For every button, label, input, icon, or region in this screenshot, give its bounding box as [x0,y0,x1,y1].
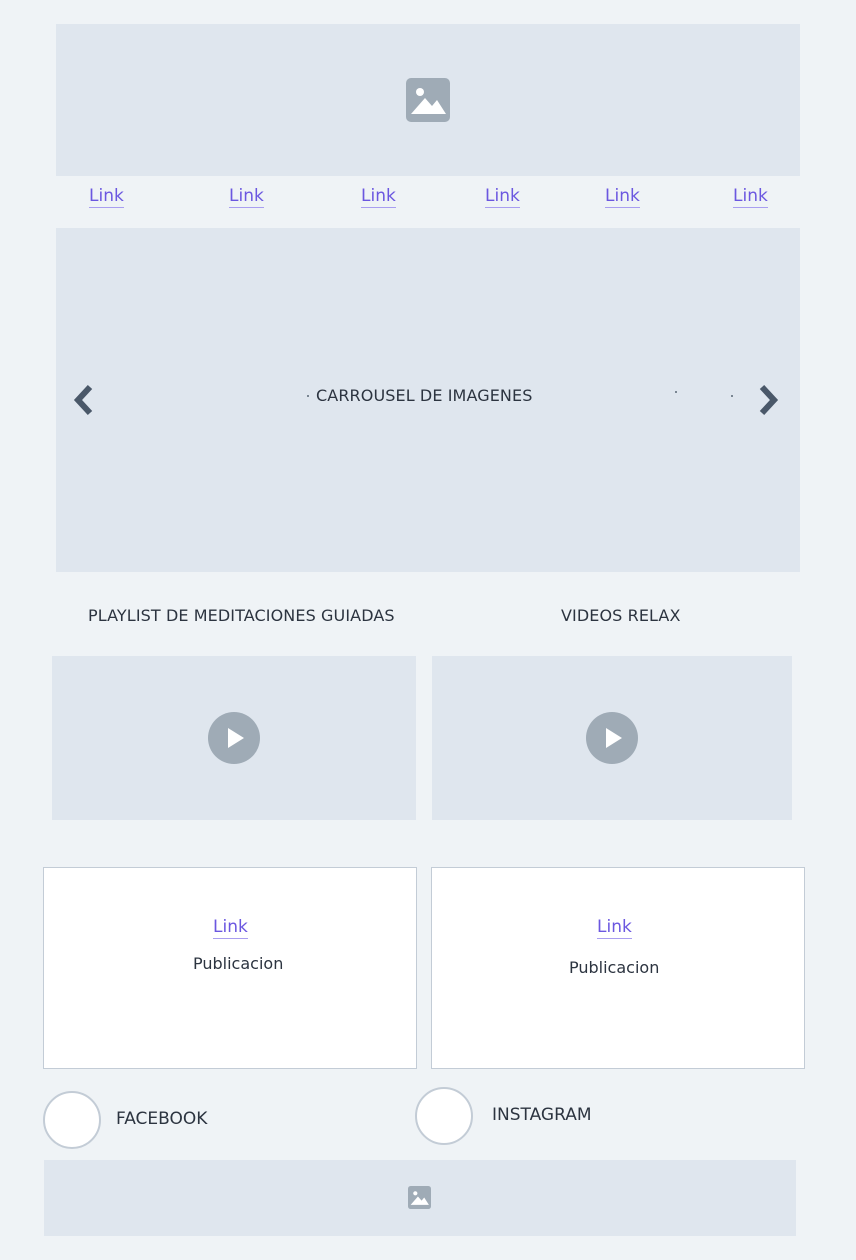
nav-link-2[interactable]: Link [229,186,264,208]
chevron-left-icon[interactable] [72,384,96,416]
post-link[interactable]: Link [213,917,248,939]
instagram-avatar[interactable] [415,1087,473,1145]
post-text: Publicacion [193,954,284,973]
image-icon [408,1186,431,1209]
post-card-left: Link Publicacion [43,867,417,1069]
playlist-video-player[interactable] [52,656,416,820]
nav-link-3[interactable]: Link [361,186,396,208]
image-icon [406,78,450,122]
nav-link-5[interactable]: Link [605,186,640,208]
relax-video-player[interactable] [432,656,792,820]
carousel-dot [731,395,733,397]
playlist-title: PLAYLIST DE MEDITACIONES GUIADAS [88,606,395,625]
post-card-right: Link Publicacion [431,867,805,1069]
post-text: Publicacion [569,958,660,977]
carousel-dot [675,391,677,393]
instagram-label[interactable]: INSTAGRAM [492,1105,592,1125]
videos-relax-title: VIDEOS RELAX [561,606,681,625]
facebook-label[interactable]: FACEBOOK [116,1109,207,1129]
nav-link-4[interactable]: Link [485,186,520,208]
header-banner [56,24,800,176]
nav-link-6[interactable]: Link [733,186,768,208]
nav-link-1[interactable]: Link [89,186,124,208]
play-icon[interactable] [586,712,638,764]
image-carousel: CARROUSEL DE IMAGENES [56,228,800,572]
chevron-right-icon[interactable] [756,384,780,416]
post-link[interactable]: Link [597,917,632,939]
facebook-avatar[interactable] [43,1091,101,1149]
play-icon[interactable] [208,712,260,764]
carousel-dot [307,395,309,397]
footer-banner [44,1160,796,1236]
carousel-caption: CARROUSEL DE IMAGENES [316,386,533,405]
